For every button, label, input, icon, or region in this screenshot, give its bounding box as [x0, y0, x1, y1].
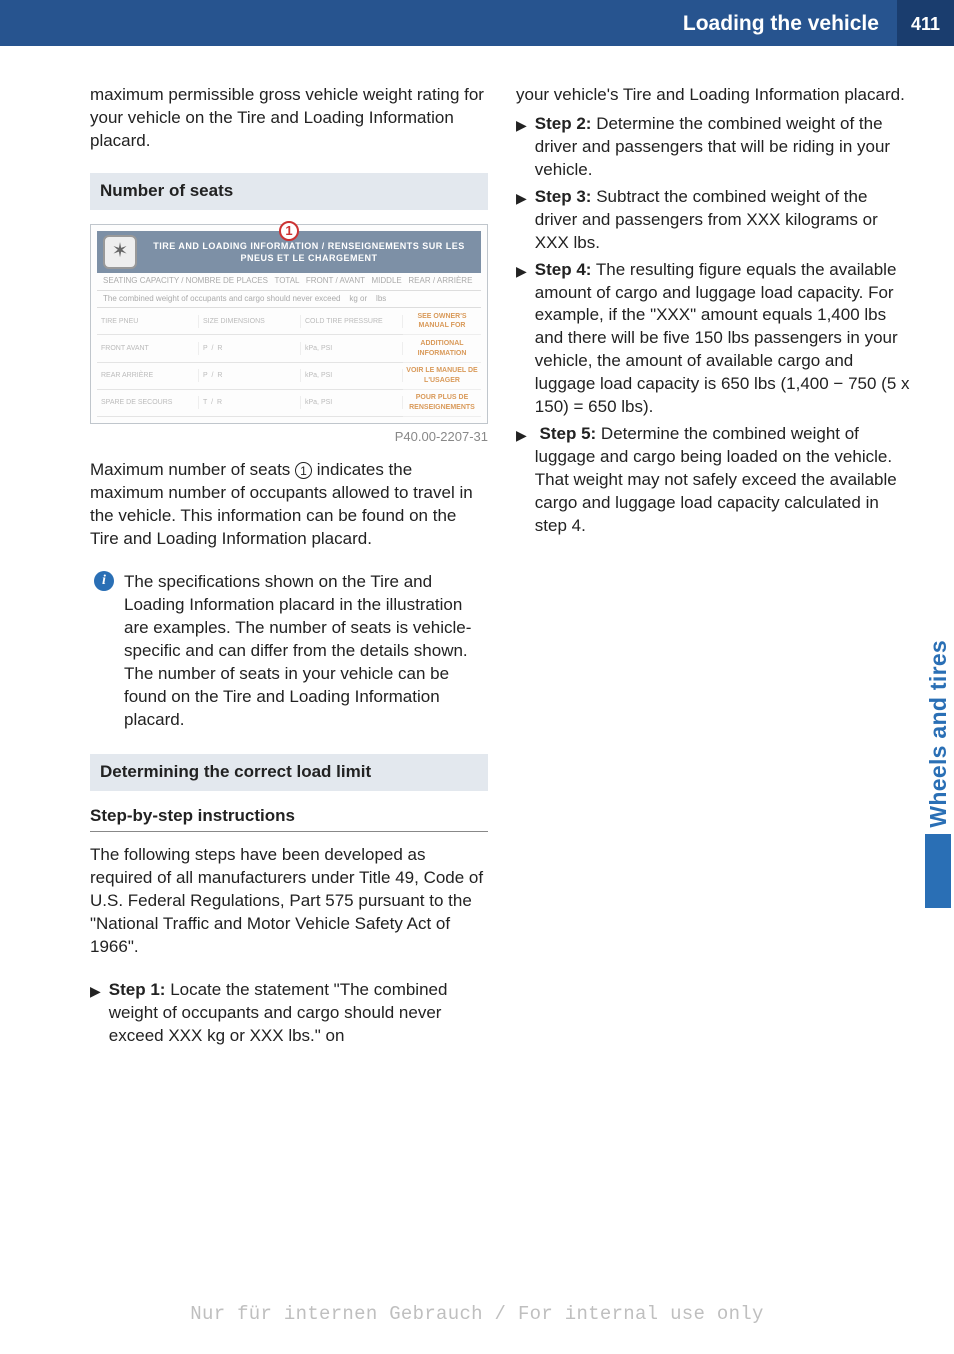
- placard-logo-icon: ✶: [103, 235, 137, 269]
- inline-callout-1: 1: [295, 462, 312, 479]
- steps-intro: The following steps have been developed …: [90, 844, 488, 959]
- right-column: your vehicle's Tire and Loading Informat…: [516, 84, 914, 1052]
- section-heading-load: Determining the correct load limit: [90, 754, 488, 791]
- header-title: Loading the vehicle: [0, 0, 897, 46]
- page-header: Loading the vehicle 411: [0, 0, 954, 46]
- content-columns: maximum permissible gross vehicle weight…: [0, 46, 954, 1052]
- step-4-text: The resulting figure equals the availabl…: [535, 260, 910, 417]
- left-column: maximum permissible gross vehicle weight…: [90, 84, 488, 1052]
- placard-table: TIRE PNEUSIZE DIMENSIONSCOLD TIRE PRESSU…: [97, 308, 403, 416]
- arrow-icon: ▶: [516, 115, 527, 182]
- callout-circle-1: 1: [279, 221, 299, 241]
- arrow-icon: ▶: [516, 425, 527, 538]
- placard-header-text: TIRE AND LOADING INFORMATION / RENSEIGNE…: [143, 240, 475, 264]
- arrow-icon: ▶: [90, 981, 101, 1048]
- side-tab-label: Wheels and tires: [923, 640, 954, 828]
- seats-paragraph: Maximum number of seats 1 indicates the …: [90, 459, 488, 551]
- seats-para-a: Maximum number of seats: [90, 460, 295, 479]
- info-note: i The specifications shown on the Tire a…: [90, 571, 488, 732]
- step-2-label: Step 2:: [535, 114, 592, 133]
- side-tab: Wheels and tires: [923, 640, 954, 908]
- step-5-label: Step 5:: [540, 424, 597, 443]
- sub-heading-steps: Step-by-step instructions: [90, 805, 488, 833]
- step-1: ▶ Step 1: Locate the statement "The comb…: [90, 979, 488, 1048]
- side-tab-block: [925, 834, 951, 908]
- step-1-label: Step 1:: [109, 980, 166, 999]
- section-heading-seats: Number of seats: [90, 173, 488, 210]
- arrow-icon: ▶: [516, 261, 527, 420]
- placard-subrow: SEATING CAPACITY / NOMBRE DE PLACES TOTA…: [97, 273, 481, 291]
- step-4: ▶ Step 4: The resulting figure equals th…: [516, 259, 914, 420]
- intro-paragraph: maximum permissible gross vehicle weight…: [90, 84, 488, 153]
- header-page-number: 411: [897, 0, 954, 46]
- placard-side-labels: SEE OWNER'S MANUAL FOR ADDITIONAL INFORM…: [403, 308, 481, 416]
- step-3-label: Step 3:: [535, 187, 592, 206]
- step-1-continuation: your vehicle's Tire and Loading Informat…: [516, 84, 914, 107]
- info-text: The specifications shown on the Tire and…: [124, 571, 488, 732]
- placard-weightrow: The combined weight of occupants and car…: [97, 291, 481, 309]
- footer-watermark: Nur für internen Gebrauch / For internal…: [0, 1302, 954, 1328]
- step-5: ▶ Step 5: Determine the combined weight …: [516, 423, 914, 538]
- figure-caption: P40.00-2207-31: [90, 428, 488, 446]
- step-2: ▶ Step 2: Determine the combined weight …: [516, 113, 914, 182]
- step-3: ▶ Step 3: Subtract the combined weight o…: [516, 186, 914, 255]
- info-icon: i: [94, 571, 114, 591]
- placard-figure: ✶ TIRE AND LOADING INFORMATION / RENSEIG…: [90, 224, 488, 424]
- placard-header: ✶ TIRE AND LOADING INFORMATION / RENSEIG…: [97, 231, 481, 273]
- arrow-icon: ▶: [516, 188, 527, 255]
- step-4-label: Step 4:: [535, 260, 592, 279]
